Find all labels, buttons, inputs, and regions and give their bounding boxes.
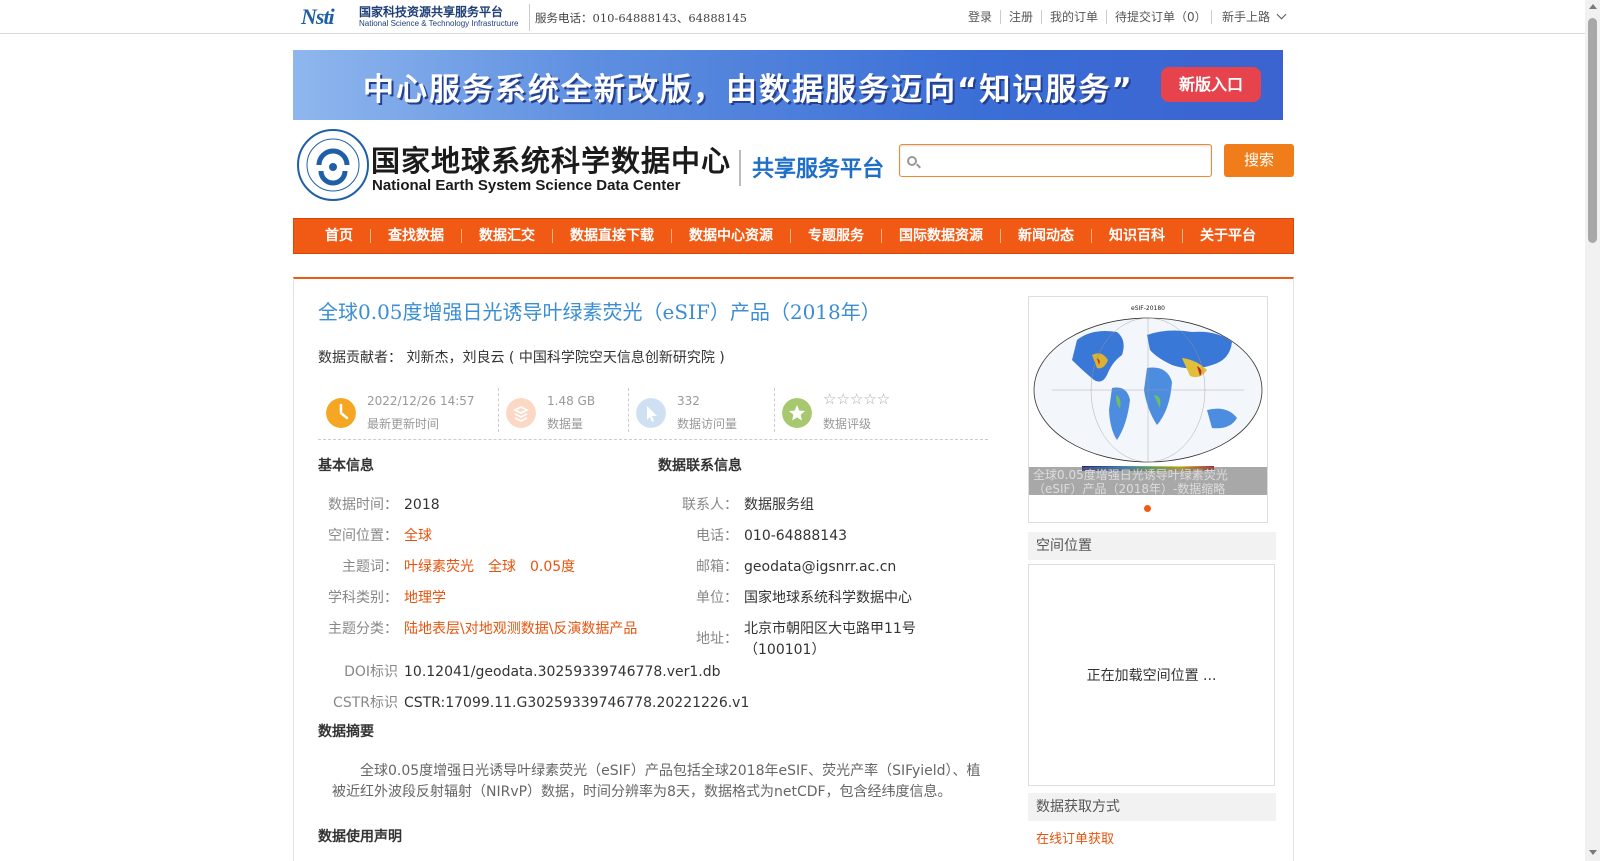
pending-orders-link[interactable]: 待提交订单（0） [1107,10,1215,24]
spatial-map-box[interactable]: 正在加载空间位置 ... [1028,564,1275,786]
contact-row: 地址： [696,631,738,647]
abstract-text: 全球0.05度增强日光诱导叶绿素荧光（eSIF）产品包括全球2018年eSIF、… [332,763,981,800]
search-box[interactable] [899,144,1212,177]
search-input[interactable] [924,149,1204,173]
divider [739,150,741,186]
contributor-label: 数据贡献者： [318,350,402,366]
rating-stars[interactable]: ☆☆☆☆☆ [823,390,890,408]
nav-data-submit[interactable]: 数据汇交 [462,229,553,243]
spatial-heading: 空间位置 [1028,532,1276,560]
scrollbar[interactable] [1585,0,1600,861]
chevron-down-icon [1276,9,1287,20]
nav-home[interactable]: 首页 [308,229,371,243]
spatial-link[interactable]: 全球 [404,528,432,544]
info-row: DOI标识 10.12041/geodata.30259339746778.ver… [344,664,721,680]
thumbnail-caption: 全球0.05度增强日光诱导叶绿素荧光（eSIF）产品（2018年）-数据缩略 [1029,467,1267,495]
contact-row: 邮箱： geodata@igsnrr.ac.cn [696,559,897,575]
nav-about[interactable]: 关于平台 [1183,229,1273,243]
promo-banner[interactable]: 中心服务系统全新改版，由数据服务迈向“知识服务” 新版入口 [293,50,1283,120]
contributor: 数据贡献者： 刘新杰，刘良云 ( 中国科学院空天信息创新研究院 ) [318,347,725,367]
address-postcode: （100101） [744,642,826,658]
nsti-name-en: National Science & Technology Infrastruc… [359,19,519,28]
center-logo-icon[interactable] [293,127,373,202]
contributor-value: 刘新杰，刘良云 ( 中国科学院空天信息创新研究院 ) [406,350,725,366]
login-link[interactable]: 登录 [960,10,1002,24]
stat-updated: 2022/12/26 14:57 最新更新时间 [318,388,498,432]
map-title: eSIF-20180 [1131,305,1165,312]
stat-visits: 332 数据访问量 [628,388,774,432]
contact-row: 单位： 国家地球系统科学数据中心 [696,590,912,606]
nav-topic-services[interactable]: 专题服务 [791,229,882,243]
basic-info-heading: 基本信息 [318,458,374,474]
contact-row: 电话： 010-64888143 [696,528,848,544]
info-row: 空间位置： 全球 [328,528,432,544]
info-row: 主题词： 叶绿素荧光 全球 0.05度 [342,559,576,575]
contact-row: 联系人： 数据服务组 [682,497,814,513]
search-icon [907,156,917,166]
cstr-value: CSTR:17099.11.G30259339746778.20221226.v… [404,695,750,711]
scroll-thumb[interactable] [1588,18,1597,243]
top-bar: Nsti 国家科技资源共享服务平台 National Science & Tec… [0,0,1585,34]
carousel-dot[interactable] [1144,505,1151,512]
clock-icon [326,398,356,428]
star-badge-icon [782,398,812,428]
center-title-en: National Earth System Science Data Cente… [372,177,681,194]
beginner-guide-dropdown[interactable]: 新手上路 [1222,8,1287,25]
doi-value: 10.12041/geodata.30259339746778.ver1.db [404,664,721,680]
nav-knowledge[interactable]: 知识百科 [1092,229,1183,243]
nav-news[interactable]: 新闻动态 [1001,229,1092,243]
divider [1211,10,1212,24]
platform-title: 共享服务平台 [752,157,885,182]
nsti-mark: Nsti [301,4,335,29]
global-map-thumbnail[interactable]: eSIF-20180 [1032,300,1264,475]
top-links: 登录 注册 我的订单 待提交订单（0） [960,10,1215,24]
subject-link[interactable]: 地理学 [404,590,446,606]
register-link[interactable]: 注册 [1001,10,1043,24]
contact-heading: 数据联系信息 [658,458,742,474]
thumbnail-carousel[interactable]: eSIF-20180 全球0.05度增强日光诱导叶绿素荧光（eSIF）产品（20… [1028,296,1268,523]
main-nav: 首页 查找数据 数据汇交 数据直接下载 数据中心资源 专题服务 国际数据资源 新… [293,218,1294,254]
scroll-up-icon[interactable] [1589,4,1597,9]
nav-find-data[interactable]: 查找数据 [371,229,462,243]
nsti-logo[interactable]: Nsti 国家科技资源共享服务平台 National Science & Tec… [301,3,523,31]
abstract-heading: 数据摘要 [318,724,374,740]
keyword-links[interactable]: 叶绿素荧光 全球 0.05度 [404,559,575,575]
address-value: 北京市朝阳区大屯路甲11号 [744,621,916,637]
guide-label: 新手上路 [1222,10,1271,24]
layers-icon [506,398,536,428]
stat-rating: ☆☆☆☆☆ 数据评级 [774,388,974,432]
usage-heading: 数据使用声明 [318,829,402,845]
nsti-name-cn: 国家科技资源共享服务平台 [359,5,504,19]
info-row: 学科类别： 地理学 [328,590,446,606]
spatial-loading-text: 正在加载空间位置 ... [1086,668,1217,684]
scroll-down-icon[interactable] [1589,850,1597,855]
stats-bar: 2022/12/26 14:57 最新更新时间 1.48 GB 数据量 332 … [318,384,988,440]
divider [529,4,530,31]
new-version-button[interactable]: 新版入口 [1161,67,1261,102]
access-heading: 数据获取方式 [1028,793,1276,821]
center-title-cn: 国家地球系统科学数据中心 [371,144,732,178]
online-order-link[interactable]: 在线订单获取 [1036,828,1114,847]
banner-text: 中心服务系统全新改版，由数据服务迈向“知识服务” [363,72,1134,108]
category-link[interactable]: 陆地表层\对地观测数据\反演数据产品 [404,621,637,637]
nav-international-data[interactable]: 国际数据资源 [882,229,1001,243]
info-row: CSTR标识 CSTR:17099.11.G30259339746778.2022… [333,695,750,711]
my-orders-link[interactable]: 我的订单 [1042,10,1108,24]
nav-center-resources[interactable]: 数据中心资源 [672,229,791,243]
info-row: 主题分类： 陆地表层\对地观测数据\反演数据产品 [328,621,638,637]
pointer-icon [636,398,666,428]
dataset-title: 全球0.05度增强日光诱导叶绿素荧光（eSIF）产品（2018年） [318,300,881,324]
info-row: 数据时间： 2018 [328,497,440,513]
nav-direct-download[interactable]: 数据直接下载 [553,229,672,243]
stat-size: 1.48 GB 数据量 [498,388,628,432]
search-button[interactable]: 搜索 [1224,144,1294,177]
service-phone: 服务电话：010-64888143、64888145 [535,11,747,25]
email-value: geodata@igsnrr.ac.cn [744,559,897,575]
